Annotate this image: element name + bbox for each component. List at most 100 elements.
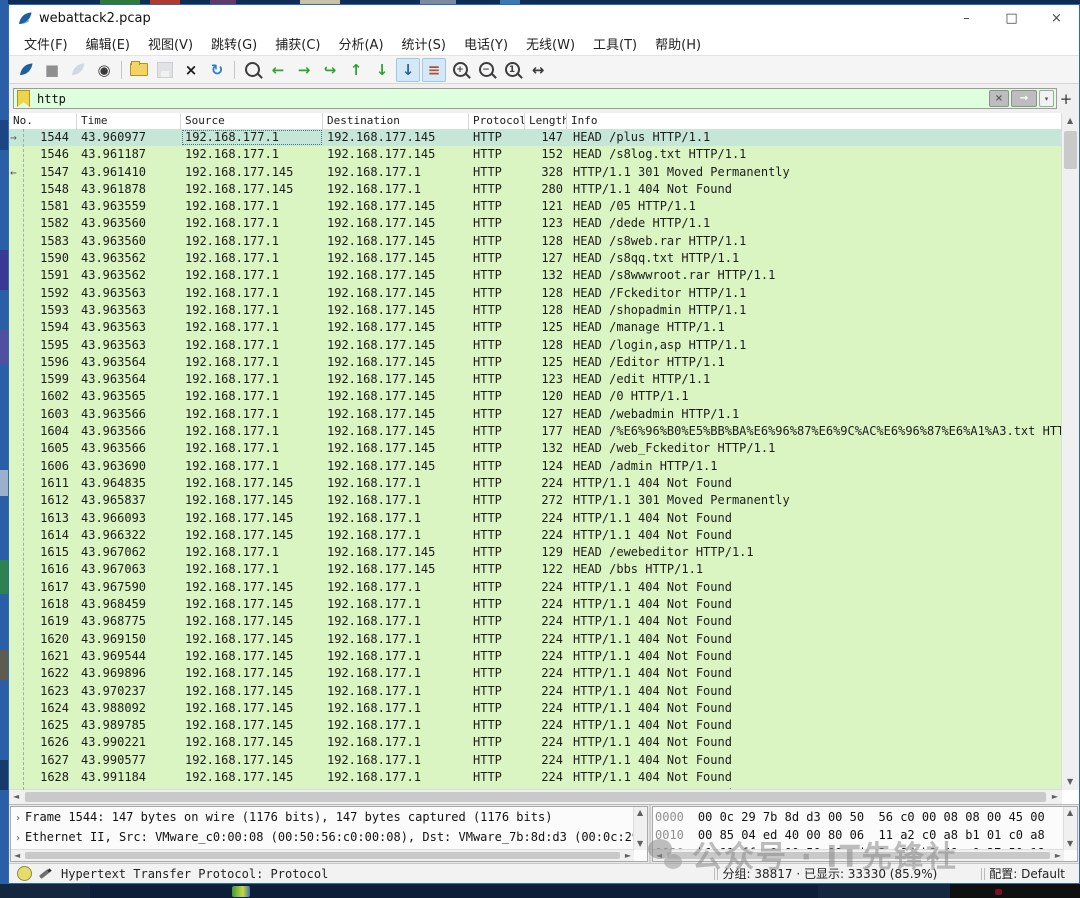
menu-item[interactable]: 编辑(E): [77, 32, 139, 55]
go-last-icon[interactable]: ↓: [370, 58, 394, 82]
packet-row-1590[interactable]: 159043.963562192.168.177.1192.168.177.14…: [9, 250, 1062, 267]
packet-bytes-pane[interactable]: 000000 0c 29 7b 8d d3 00 50 56 c0 00 08 …: [652, 806, 1078, 862]
filter-bookmark-icon[interactable]: [17, 90, 30, 107]
packet-row-1616[interactable]: 161643.967063192.168.177.1192.168.177.14…: [9, 561, 1062, 578]
column-header-length[interactable]: Length: [525, 113, 567, 129]
go-forward-icon[interactable]: →: [292, 58, 316, 82]
bytes-hscrollbar[interactable]: ◄ ►: [653, 849, 1064, 861]
packet-row-1604[interactable]: 160443.963566192.168.177.1192.168.177.14…: [9, 423, 1062, 440]
scroll-left-icon[interactable]: ◄: [13, 793, 19, 801]
packet-row-1596[interactable]: 159643.963564192.168.177.1192.168.177.14…: [9, 354, 1062, 371]
details-hscrollbar[interactable]: ◄ ►: [11, 849, 634, 861]
maximize-button[interactable]: □: [989, 5, 1034, 32]
packet-row-1548[interactable]: 154843.961878192.168.177.145192.168.177.…: [9, 181, 1062, 198]
find-packet-icon[interactable]: [240, 58, 264, 82]
packet-row-1612[interactable]: 161243.965837192.168.177.145192.168.177.…: [9, 492, 1062, 509]
capture-options-icon[interactable]: ◉: [92, 58, 116, 82]
packet-row-1611[interactable]: 161143.964835192.168.177.145192.168.177.…: [9, 475, 1062, 492]
expand-chevron-icon[interactable]: ›: [15, 813, 21, 824]
open-file-icon[interactable]: [127, 58, 151, 82]
packet-row-1615[interactable]: 161543.967062192.168.177.1192.168.177.14…: [9, 544, 1062, 561]
filter-add-button[interactable]: +: [1057, 90, 1075, 108]
packet-row-1617[interactable]: 161743.967590192.168.177.145192.168.177.…: [9, 579, 1062, 596]
menu-item[interactable]: 帮助(H): [646, 32, 710, 55]
packet-row-1622[interactable]: 162243.969896192.168.177.145192.168.177.…: [9, 665, 1062, 682]
go-back-icon[interactable]: ←: [266, 58, 290, 82]
packet-row-1618[interactable]: 161843.968459192.168.177.145192.168.177.…: [9, 596, 1062, 613]
packet-row-1626[interactable]: 162643.990221192.168.177.145192.168.177.…: [9, 734, 1062, 751]
packet-row-1583[interactable]: 158343.963560192.168.177.1192.168.177.14…: [9, 233, 1062, 250]
packet-row-1594[interactable]: 159443.963563192.168.177.1192.168.177.14…: [9, 319, 1062, 336]
packet-row-1620[interactable]: 162043.969150192.168.177.145192.168.177.…: [9, 631, 1062, 648]
packet-row-1544[interactable]: 1544→43.960977192.168.177.1192.168.177.1…: [9, 129, 1062, 146]
colorize-icon[interactable]: ≡: [422, 58, 446, 82]
menu-item[interactable]: 捕获(C): [266, 32, 329, 55]
packet-row-1628[interactable]: 162843.991184192.168.177.145192.168.177.…: [9, 769, 1062, 786]
capture-start-icon[interactable]: [14, 58, 38, 82]
taskbar-app-icon[interactable]: [232, 886, 250, 897]
zoom-100-icon[interactable]: 1: [500, 58, 524, 82]
packet-row-1623[interactable]: 162343.970237192.168.177.145192.168.177.…: [9, 683, 1062, 700]
packet-row-1547[interactable]: 1547←43.961410192.168.177.145192.168.177…: [9, 164, 1062, 181]
scroll-down-icon[interactable]: ▼: [1067, 778, 1073, 786]
hex-row[interactable]: 000000 0c 29 7b 8d d3 00 50 56 c0 00 08 …: [655, 808, 1063, 826]
packet-row-1599[interactable]: 159943.963564192.168.177.1192.168.177.14…: [9, 371, 1062, 388]
column-header-no[interactable]: No.: [9, 113, 77, 129]
packet-row-1614[interactable]: 161443.966322192.168.177.145192.168.177.…: [9, 527, 1062, 544]
column-header-protocol[interactable]: Protocol: [469, 113, 525, 129]
capture-comment-icon[interactable]: [38, 867, 51, 880]
packet-row-1624[interactable]: 162443.988092192.168.177.145192.168.177.…: [9, 700, 1062, 717]
zoom-in-icon[interactable]: +: [448, 58, 472, 82]
menu-item[interactable]: 视图(V): [139, 32, 202, 55]
column-header-time[interactable]: Time: [77, 113, 181, 129]
zoom-out-icon[interactable]: −: [474, 58, 498, 82]
filter-clear-button[interactable]: ×: [989, 90, 1009, 107]
packet-row-1605[interactable]: 160543.963566192.168.177.1192.168.177.14…: [9, 440, 1062, 457]
display-filter-field[interactable]: × → ▾: [13, 88, 1057, 109]
capture-restart-icon[interactable]: [66, 58, 90, 82]
detail-tree-row[interactable]: ›Ethernet II, Src: VMware_c0:00:08 (00:5…: [13, 828, 633, 848]
column-header-destination[interactable]: Destination: [323, 113, 469, 129]
menu-item[interactable]: 跳转(G): [202, 32, 266, 55]
packet-list-vscrollbar[interactable]: ▲ ▼: [1061, 113, 1079, 790]
profile-label[interactable]: 配置: Default: [989, 865, 1065, 882]
packet-row-1625[interactable]: 162543.989785192.168.177.145192.168.177.…: [9, 717, 1062, 734]
packet-list-hscrollbar[interactable]: ◄ ►: [9, 789, 1062, 804]
menu-item[interactable]: 文件(F): [15, 32, 77, 55]
packet-row-1581[interactable]: 158143.963559192.168.177.1192.168.177.14…: [9, 198, 1062, 215]
packet-list-header[interactable]: No.TimeSourceDestinationProtocolLengthIn…: [9, 113, 1062, 130]
packet-row-1595[interactable]: 159543.963563192.168.177.1192.168.177.14…: [9, 337, 1062, 354]
column-header-info[interactable]: Info: [567, 113, 1062, 129]
auto-scroll-icon[interactable]: ↓: [396, 58, 420, 82]
details-vscrollbar[interactable]: ▲ ▼: [633, 807, 647, 850]
menu-item[interactable]: 分析(A): [329, 32, 392, 55]
display-filter-input[interactable]: [35, 91, 989, 107]
close-button[interactable]: ×: [1034, 5, 1079, 32]
hex-row[interactable]: 001000 85 04 ed 40 00 80 06 11 a2 c0 a8 …: [655, 826, 1063, 844]
minimize-button[interactable]: –: [944, 5, 989, 32]
packet-row-1582[interactable]: 158243.963560192.168.177.1192.168.177.14…: [9, 215, 1062, 232]
expert-info-icon[interactable]: [17, 866, 32, 881]
column-header-source[interactable]: Source: [181, 113, 323, 129]
vscroll-thumb[interactable]: [1064, 131, 1077, 169]
title-bar[interactable]: webattack2.pcap – □ ×: [9, 5, 1079, 32]
menu-item[interactable]: 电话(Y): [455, 32, 517, 55]
packet-row-1546[interactable]: 154643.961187192.168.177.1192.168.177.14…: [9, 146, 1062, 163]
capture-stop-icon[interactable]: ■: [40, 58, 64, 82]
packet-row-1621[interactable]: 162143.969544192.168.177.145192.168.177.…: [9, 648, 1062, 665]
expand-chevron-icon[interactable]: ›: [15, 833, 21, 844]
resize-columns-icon[interactable]: ↔: [526, 58, 550, 82]
filter-dropdown-caret[interactable]: ▾: [1039, 90, 1054, 107]
filter-apply-button[interactable]: →: [1011, 90, 1037, 107]
menu-item[interactable]: 统计(S): [393, 32, 455, 55]
packet-row-1602[interactable]: 160243.963565192.168.177.1192.168.177.14…: [9, 388, 1062, 405]
packet-row-1592[interactable]: 159243.963563192.168.177.1192.168.177.14…: [9, 285, 1062, 302]
close-file-icon[interactable]: ×: [179, 58, 203, 82]
pane-splitter[interactable]: [649, 805, 651, 863]
detail-tree-row[interactable]: ›Frame 1544: 147 bytes on wire (1176 bit…: [13, 808, 633, 828]
save-file-icon[interactable]: [153, 58, 177, 82]
menu-item[interactable]: 无线(W): [517, 32, 584, 55]
packet-row-1593[interactable]: 159343.963563192.168.177.1192.168.177.14…: [9, 302, 1062, 319]
scroll-right-icon[interactable]: ►: [1052, 793, 1058, 801]
hscroll-thumb[interactable]: [25, 792, 1046, 802]
